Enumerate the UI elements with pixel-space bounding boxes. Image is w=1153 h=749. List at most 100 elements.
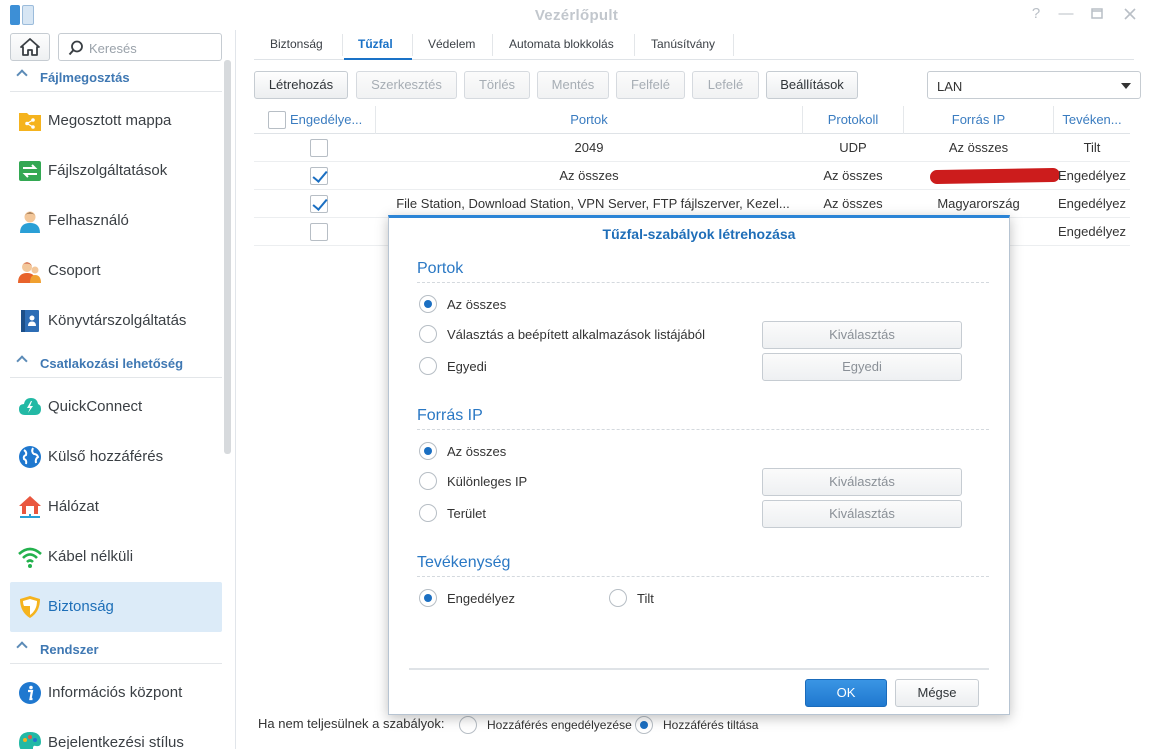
action-section-title: Tevékenység [417,554,511,571]
action-deny-label[interactable]: Tilt [637,591,654,606]
ports-custom-label[interactable]: Egyedi [447,359,487,374]
sidebar-item-directory[interactable]: Könyvtárszolgáltatás [10,296,222,346]
select-all-checkbox[interactable] [268,111,286,129]
sidebar-item-login-style[interactable]: Bejelentkezési stílus [10,718,222,749]
column-ports[interactable]: Portok [376,106,802,134]
tab-bar: Biztonság Tűzfal Védelem Automata blokko… [254,30,1134,60]
chevron-up-icon [16,355,28,367]
source-ip-select-button[interactable]: Kiválasztás [762,468,962,496]
home-icon [20,38,40,56]
chevron-up-icon [16,69,28,81]
source-all-label[interactable]: Az összes [447,444,506,459]
globe-icon [19,446,41,468]
tab-auto-block[interactable]: Automata blokkolás [509,37,614,51]
action-allow-radio[interactable] [419,589,437,607]
column-enabled[interactable]: Engedélye... [290,106,374,134]
source-ip-section-title: Forrás IP [417,407,483,424]
sidebar-item-group[interactable]: Csoport [10,246,222,296]
action-allow-label[interactable]: Engedélyez [447,591,515,606]
sidebar-item-wireless[interactable]: Kábel nélküli [10,532,222,582]
sidebar-item-info-center[interactable]: Információs központ [10,668,222,718]
search-placeholder: Keresés [89,41,137,56]
source-specific-ip-radio[interactable] [419,472,437,490]
move-down-button[interactable]: Lefelé [692,71,759,99]
ok-button[interactable]: OK [805,679,887,707]
section-file-sharing[interactable]: Fájlmegosztás [10,62,222,92]
wifi-icon [18,547,42,568]
source-region-radio[interactable] [419,504,437,522]
sidebar-item-file-services[interactable]: Fájlszolgáltatások [10,146,222,196]
default-deny-radio[interactable] [635,716,653,734]
sidebar-item-network[interactable]: Hálózat [10,482,222,532]
table-row[interactable]: 2049 UDP Az összes Tilt [254,134,1130,162]
rule-enabled-checkbox[interactable] [310,167,328,185]
create-button[interactable]: Létrehozás [254,71,348,99]
network-house-icon [19,496,41,518]
cancel-button[interactable]: Mégse [895,679,979,707]
table-header: Engedélye... Portok Protokoll Forrás IP … [254,106,1130,134]
ports-builtin-radio[interactable] [419,325,437,343]
move-up-button[interactable]: Felfelé [616,71,685,99]
ports-custom-button[interactable]: Egyedi [762,353,962,381]
quickconnect-icon [19,398,41,415]
ports-all-label[interactable]: Az összes [447,297,506,312]
info-icon [19,682,41,704]
sidebar-item-security[interactable]: Biztonság [10,582,222,632]
default-policy-label: Ha nem teljesülnek a szabályok: [258,716,445,731]
sidebar-scrollbar[interactable] [224,60,231,454]
sidebar-item-quickconnect[interactable]: QuickConnect [10,382,222,432]
default-deny-label[interactable]: Hozzáférés tiltása [663,718,758,732]
shield-icon [20,596,40,618]
window-title: Vezérlőpult [534,7,619,24]
rule-enabled-checkbox[interactable] [310,223,328,241]
default-allow-radio[interactable] [459,716,477,734]
sidebar-item-user[interactable]: Felhasználó [10,196,222,246]
source-region-label[interactable]: Terület [447,506,486,521]
section-connectivity[interactable]: Csatlakozási lehetőség [10,348,222,378]
column-protocol[interactable]: Protokoll [803,106,903,134]
sidebar-item-external-access[interactable]: Külső hozzáférés [10,432,222,482]
ports-section-title: Portok [417,260,464,277]
source-all-radio[interactable] [419,442,437,460]
palette-icon [19,732,41,749]
sidebar-item-shared-folder[interactable]: Megosztott mappa [10,96,222,146]
minimize-icon[interactable]: — [1057,5,1075,23]
table-row[interactable]: File Station, Download Station, VPN Serv… [254,190,1130,218]
tab-security[interactable]: Biztonság [270,37,323,51]
home-button[interactable] [10,33,50,61]
ports-custom-radio[interactable] [419,357,437,375]
sidebar: Keresés Fájlmegosztás Megosztott mappa F… [0,30,236,749]
tab-protection[interactable]: Védelem [428,37,475,51]
maximize-icon[interactable] [1088,5,1106,23]
column-source-ip[interactable]: Forrás IP [904,106,1053,134]
chevron-up-icon [16,641,28,653]
source-specific-ip-label[interactable]: Különleges IP [447,474,527,489]
tab-firewall[interactable]: Tűzfal [358,37,393,51]
default-allow-label[interactable]: Hozzáférés engedélyezése [487,718,632,732]
column-action[interactable]: Tevéken... [1054,106,1130,134]
close-icon[interactable] [1121,5,1139,23]
save-button[interactable]: Mentés [537,71,609,99]
settings-button[interactable]: Beállítások [766,71,858,99]
create-firewall-rule-dialog: Tűzfal-szabályok létrehozása Portok Az ö… [388,215,1010,715]
delete-button[interactable]: Törlés [464,71,530,99]
profile-select[interactable]: LAN [927,71,1141,99]
search-icon [68,40,83,56]
ports-all-radio[interactable] [419,295,437,313]
rule-enabled-checkbox[interactable] [310,195,328,213]
table-row[interactable]: Az összes Az összes Engedélyez [254,162,1130,190]
file-services-icon [19,161,41,181]
rule-enabled-checkbox[interactable] [310,139,328,157]
ports-select-button[interactable]: Kiválasztás [762,321,962,349]
user-icon [20,211,40,233]
help-icon[interactable]: ? [1027,5,1045,23]
search-input[interactable]: Keresés [58,33,222,61]
title-bar: Vezérlőpult ? — [0,0,1153,30]
active-tab-indicator [344,58,412,60]
ports-builtin-label[interactable]: Választás a beépített alkalmazások listá… [447,327,705,342]
region-select-button[interactable]: Kiválasztás [762,500,962,528]
tab-certificate[interactable]: Tanúsítvány [651,37,715,51]
section-system[interactable]: Rendszer [10,634,222,664]
edit-button[interactable]: Szerkesztés [356,71,457,99]
action-deny-radio[interactable] [609,589,627,607]
